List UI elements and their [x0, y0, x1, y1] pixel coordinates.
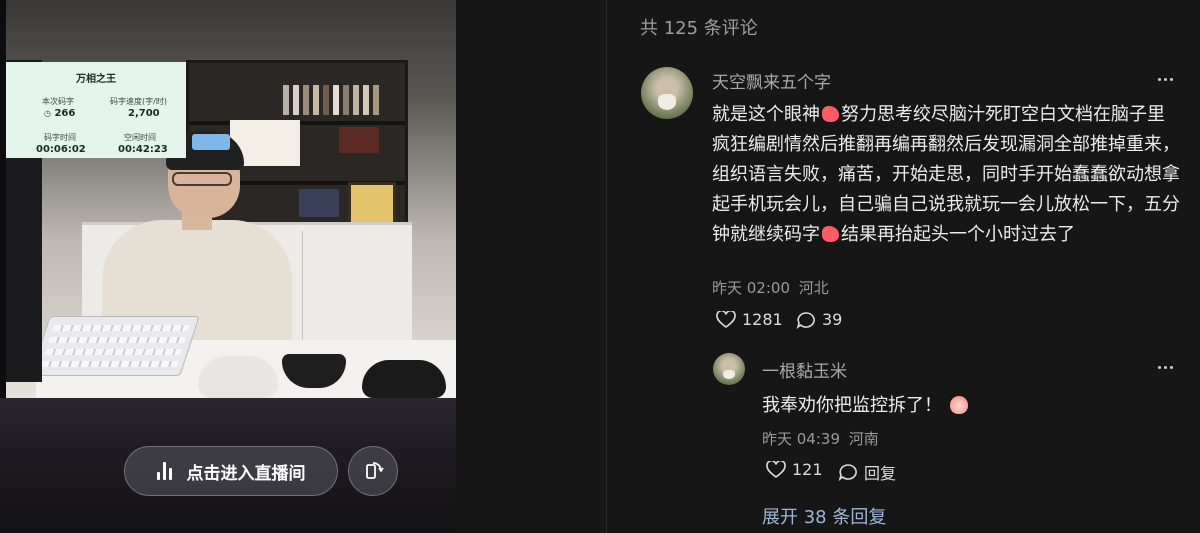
comment-time: 昨天 02:00	[712, 279, 790, 297]
reply-more-button[interactable]	[1158, 366, 1173, 369]
speed-label: 码字速度(字/时)	[110, 97, 167, 106]
comment-bubble-icon	[838, 464, 857, 481]
peach-face-emoji-icon	[950, 396, 968, 414]
keyboard	[30, 316, 200, 376]
clock-icon: ◷	[44, 109, 51, 118]
heart-icon	[716, 310, 736, 328]
reply-meta: 昨天 04:39 河南	[762, 428, 879, 449]
video-frame[interactable]	[6, 0, 456, 398]
comment-more-button[interactable]	[1158, 78, 1173, 81]
reply-to-reply-button[interactable]: 回复	[838, 460, 896, 484]
more-icon	[1158, 366, 1173, 369]
session-words-label: 本次码字	[42, 97, 74, 106]
teapot	[198, 356, 278, 398]
comment-meta: 昨天 02:00 河北	[712, 277, 829, 298]
comment-username[interactable]: 天空飘来五个字	[712, 68, 831, 93]
comment-text-part3: 结果再抬起头一个小时过去了	[841, 224, 1075, 245]
reply-text: 我奉劝你把监控拆了！	[762, 391, 968, 417]
reply-text-content: 我奉劝你把监控拆了！	[762, 395, 942, 416]
enter-live-room-label: 点击进入直播间	[186, 463, 306, 484]
reply-button[interactable]: 39	[796, 310, 842, 329]
flexed-arm-emoji-icon	[822, 226, 839, 242]
avatar[interactable]	[641, 67, 693, 119]
comment-bubble-icon	[796, 311, 815, 329]
reply-avatar[interactable]	[713, 353, 745, 385]
session-words-number: 266	[54, 108, 76, 119]
reply-username[interactable]: 一根黏玉米	[762, 357, 847, 382]
rotate-screen-button[interactable]	[348, 446, 398, 496]
comment-text-part1: 就是这个眼神	[712, 104, 820, 125]
enter-live-room-button[interactable]: 点击进入直播间	[124, 446, 338, 496]
stats-title: 万相之王	[76, 74, 116, 85]
panel-divider	[606, 0, 607, 533]
comment-text: 就是这个眼神 努力思考绞尽脑汁死盯空白文档在脑子里疯狂编剧情然后推翻再编再翻然后发…	[712, 100, 1180, 250]
writing-stats-panel: 万相之王 本次码字 ◷ 266 码字速度(字/时) 2,700 码字时间 00:…	[6, 62, 186, 158]
heart-icon	[766, 460, 786, 478]
reply-location: 河南	[848, 430, 879, 448]
session-words-value: ◷ 266	[44, 108, 75, 119]
live-badge	[192, 134, 230, 150]
comment-location: 河北	[798, 279, 829, 297]
rotate-screen-icon	[366, 462, 384, 479]
idle-time-value: 00:42:23	[118, 144, 168, 155]
comments-count: 共 125 条评论	[640, 18, 758, 39]
reply-label: 回复	[864, 464, 897, 483]
typing-time-label: 码字时间	[44, 133, 76, 142]
like-count: 1281	[742, 310, 783, 329]
more-icon	[1158, 78, 1173, 81]
flexed-arm-emoji-icon	[822, 106, 839, 122]
idle-time-label: 空闲时间	[124, 133, 156, 142]
person-glasses	[172, 172, 232, 186]
video-player[interactable]: 万相之王 本次码字 ◷ 266 码字速度(字/时) 2,700 码字时间 00:…	[0, 0, 456, 533]
reply-time: 昨天 04:39	[762, 430, 840, 448]
expand-replies-link[interactable]: 展开 38 条回复	[762, 503, 886, 529]
tea-bowl	[362, 360, 446, 398]
speed-value: 2,700	[128, 108, 160, 119]
like-button[interactable]: 1281	[716, 310, 783, 329]
live-bars-icon	[156, 462, 177, 480]
reply-like-count: 121	[792, 460, 823, 479]
reply-count: 39	[822, 310, 843, 329]
reply-like-button[interactable]: 121	[766, 460, 823, 479]
typing-time-value: 00:06:02	[36, 144, 86, 155]
